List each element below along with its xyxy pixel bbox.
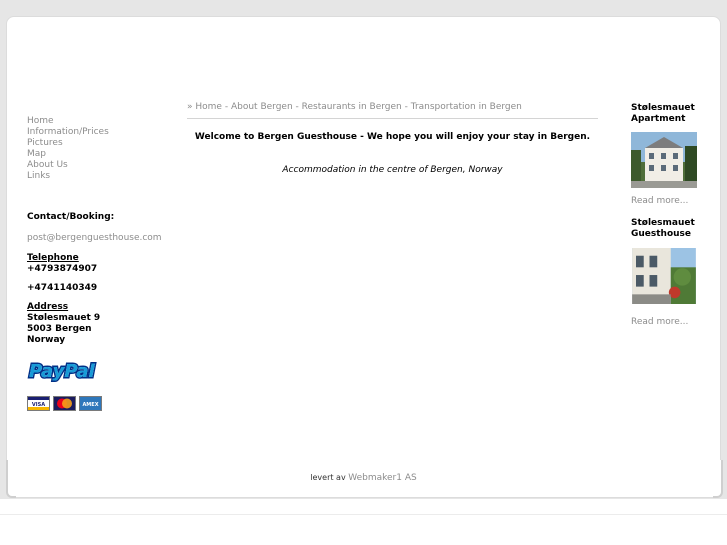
visa-icon: VISA [27,396,50,411]
phone-2: +4741140349 [27,283,98,293]
breadcrumb-restaurants[interactable]: Restaurants in Bergen [302,102,402,112]
welcome-heading: Welcome to Bergen Guesthouse - We hope y… [194,132,591,142]
nav-item-pictures[interactable]: Pictures [27,138,109,149]
breadcrumb: » Home - About Bergen - Restaurants in B… [187,101,522,114]
apartment-title[interactable]: Stølesmauet Apartment [631,103,695,125]
paypal-wordmark: PayPal [29,361,96,382]
amex-icon: AMEX [79,396,102,411]
apartment-title-line1: Stølesmauet [631,103,695,113]
bottom-divider [0,514,727,515]
guesthouse-title-line1: Stølesmauet [631,218,695,228]
svg-text:VISA: VISA [32,402,45,408]
breadcrumb-separator: - [224,102,229,112]
bottom-strip [0,499,727,545]
contact-section: Contact/Booking: post@bergenguesthouse.c… [27,211,177,346]
address-line-3: Norway [27,335,66,345]
svg-text:AMEX: AMEX [82,402,98,408]
nav-item-map[interactable]: Map [27,149,109,160]
card-logos: VISA AMEX [27,396,102,411]
guesthouse-title[interactable]: Stølesmauet Guesthouse [631,218,695,240]
main-nav: Home Information/Prices Pictures Map Abo… [27,116,109,182]
nav-item-information-prices[interactable]: Information/Prices [27,127,109,138]
apartment-title-line2: Apartment [631,114,686,124]
mastercard-icon [53,396,76,411]
nav-item-about-us[interactable]: About Us [27,160,109,171]
address-label: Address [27,302,69,312]
paypal-logo[interactable]: PayPal PayPal [27,357,105,384]
breadcrumb-home[interactable]: Home [195,102,222,112]
guesthouse-photo[interactable] [631,248,697,304]
contact-title: Contact/Booking: [27,212,115,222]
guesthouse-title-line2: Guesthouse [631,229,692,239]
address-line-1: Stølesmauet 9 [27,313,101,323]
footer-webmaker-link[interactable]: Webmaker1 AS [348,473,417,483]
nav-item-links[interactable]: Links [27,171,109,182]
breadcrumb-divider [187,118,598,119]
guesthouse-read-more[interactable]: Read more... [631,317,688,327]
breadcrumb-separator: - [404,102,408,112]
apartment-read-more[interactable]: Read more... [631,196,688,206]
apartment-photo[interactable] [631,132,697,188]
breadcrumb-transportation[interactable]: Transportation in Bergen [411,102,522,112]
telephone-label: Telephone [27,253,79,263]
nav-item-home[interactable]: Home [27,116,109,127]
address-line-2: 5003 Bergen [27,324,92,334]
footer-prefix: levert av [310,473,346,482]
breadcrumb-about-bergen[interactable]: About Bergen [231,102,293,112]
phone-1: +4793874907 [27,264,98,274]
email-link[interactable]: post@bergenguesthouse.com [27,232,177,244]
breadcrumb-prefix: » [187,102,193,112]
subtitle: Accommodation in the centre of Bergen, N… [282,165,503,175]
breadcrumb-separator: - [295,102,299,112]
footer: levert av Webmaker1 AS [0,473,727,483]
